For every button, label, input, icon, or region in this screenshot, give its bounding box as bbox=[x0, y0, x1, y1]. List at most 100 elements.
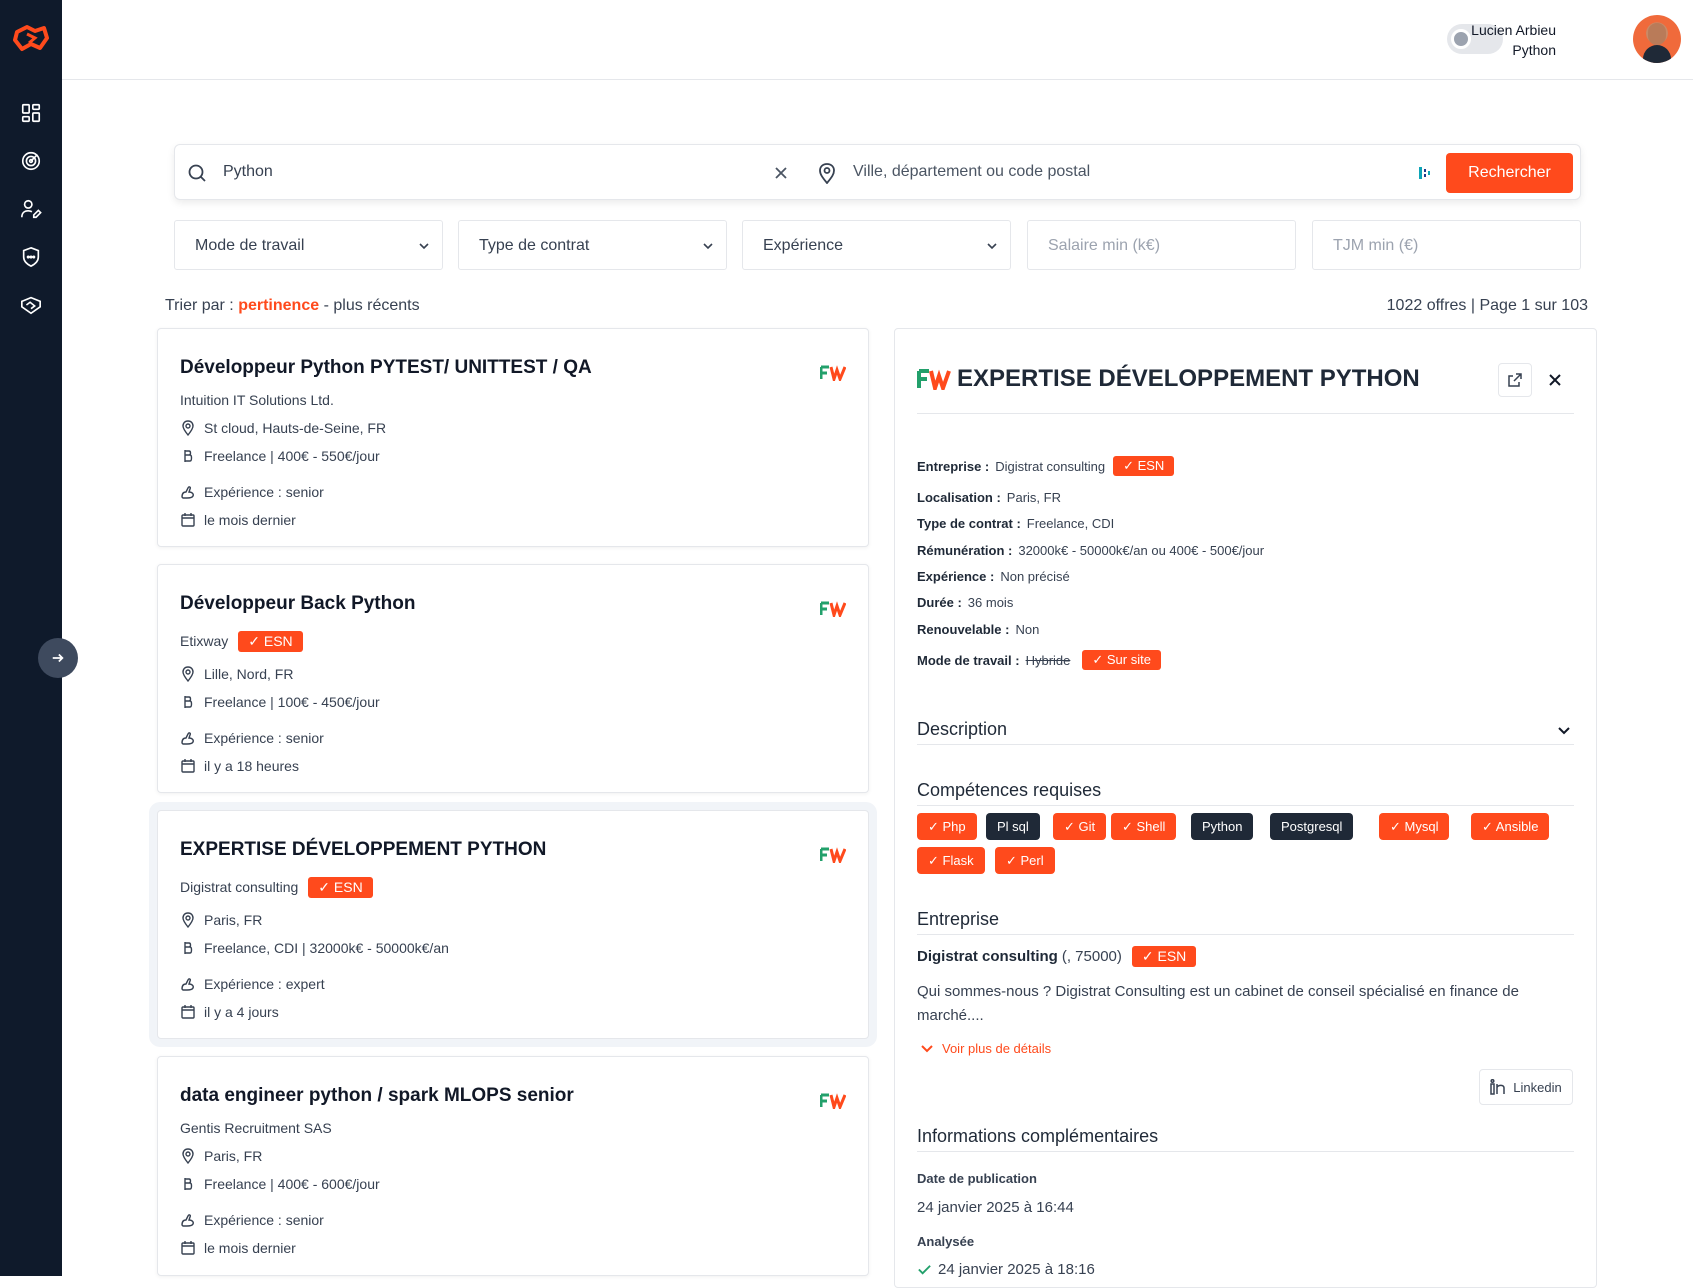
top-bar: Lucien Arbieu Python bbox=[62, 0, 1693, 80]
chevron-down-icon bbox=[921, 1045, 933, 1053]
see-more-label: Voir plus de détails bbox=[942, 1040, 1052, 1056]
field-value: Freelance, CDI bbox=[1026, 516, 1115, 531]
job-detail-panel: EXPERTISE DÉVELOPPEMENT PYTHON Entrepris… bbox=[894, 328, 1597, 1288]
field-renouvelable: Renouvelable : Non bbox=[917, 622, 1039, 637]
bitcoin-icon bbox=[184, 942, 193, 954]
job-location: Lille, Nord, FR bbox=[180, 666, 293, 682]
job-title[interactable]: Développeur Back Python bbox=[180, 593, 415, 615]
chevron-down-icon bbox=[703, 243, 713, 250]
contract-type-select[interactable]: Type de contrat bbox=[458, 220, 727, 270]
field-contrat: Type de contrat : Freelance, CDI bbox=[917, 516, 1114, 531]
sort-recent-link[interactable]: plus récents bbox=[333, 297, 419, 314]
arm-strength-icon bbox=[181, 978, 194, 991]
field-value: Digistrat consulting bbox=[995, 458, 1106, 474]
tjm-min-input[interactable]: TJM min (€) bbox=[1312, 220, 1581, 270]
job-card[interactable]: Développeur Python PYTEST/ UNITTEST / QA… bbox=[157, 328, 869, 547]
calendar-icon bbox=[181, 1241, 195, 1255]
arm-strength-icon bbox=[181, 1214, 194, 1227]
field-value: Paris, FR bbox=[1006, 490, 1061, 505]
experience-label: Expérience bbox=[763, 237, 844, 254]
close-icon[interactable] bbox=[1546, 371, 1564, 389]
location-input[interactable]: Ville, département ou code postal bbox=[853, 163, 1090, 181]
description-header[interactable]: Description bbox=[917, 719, 1007, 740]
search-input[interactable]: Python bbox=[223, 163, 273, 181]
open-external-button[interactable] bbox=[1498, 363, 1532, 397]
user-edit-icon[interactable] bbox=[18, 196, 44, 222]
shield-icon[interactable] bbox=[18, 244, 44, 270]
job-date: le mois dernier bbox=[180, 1240, 296, 1256]
job-card-selected[interactable]: EXPERTISE DÉVELOPPEMENT PYTHON Digistrat… bbox=[157, 810, 869, 1039]
calendar-icon bbox=[181, 513, 195, 527]
location-pin-icon bbox=[182, 912, 194, 928]
skill-chip: ✓ Flask bbox=[917, 847, 985, 874]
work-mode-select[interactable]: Mode de travail bbox=[174, 220, 443, 270]
skill-chip: ✓ Ansible bbox=[1471, 813, 1550, 840]
analyzed-date: 24 janvier 2025 à 18:16 bbox=[917, 1261, 1095, 1278]
freework-logo-icon bbox=[917, 369, 951, 390]
linkedin-label: Linkedin bbox=[1513, 1079, 1562, 1095]
job-title[interactable]: data engineer python / spark MLOPS senio… bbox=[180, 1085, 574, 1107]
job-experience: Expérience : expert bbox=[180, 976, 325, 992]
linkedin-icon bbox=[1490, 1079, 1506, 1095]
company-name: Gentis Recruitment SAS bbox=[180, 1120, 332, 1136]
job-title[interactable]: EXPERTISE DÉVELOPPEMENT PYTHON bbox=[180, 839, 546, 861]
job-location: St cloud, Hauts-de-Seine, FR bbox=[180, 420, 386, 436]
check-icon bbox=[918, 1265, 931, 1275]
divider bbox=[917, 805, 1574, 806]
freework-logo-icon bbox=[820, 601, 846, 617]
search-button[interactable]: Rechercher bbox=[1446, 153, 1573, 193]
job-experience: Expérience : senior bbox=[180, 1212, 324, 1228]
arrow-right-icon bbox=[52, 653, 64, 663]
app-logo[interactable] bbox=[13, 24, 49, 52]
divider bbox=[917, 413, 1574, 414]
external-link-icon bbox=[1508, 373, 1522, 387]
job-title[interactable]: Développeur Python PYTEST/ UNITTEST / QA bbox=[180, 357, 592, 379]
password-manager-icon[interactable] bbox=[1418, 165, 1432, 181]
divider bbox=[917, 744, 1574, 745]
freework-logo-icon bbox=[820, 1093, 846, 1109]
clear-search-icon[interactable] bbox=[771, 163, 791, 183]
location-text: Paris, FR bbox=[204, 912, 263, 928]
date-text: il y a 18 heures bbox=[204, 758, 299, 774]
skill-chip: ✓ Php bbox=[917, 813, 977, 840]
job-contract: Freelance | 400€ - 550€/jour bbox=[180, 448, 380, 464]
esn-badge: ✓ ESN bbox=[308, 877, 373, 898]
esn-badge: ✓ ESN bbox=[1131, 946, 1197, 967]
user-info[interactable]: Lucien Arbieu Python bbox=[1471, 20, 1556, 60]
divider bbox=[917, 934, 1574, 935]
detail-title-text: EXPERTISE DÉVELOPPEMENT PYTHON bbox=[957, 365, 1420, 392]
field-value: 36 mois bbox=[967, 595, 1014, 610]
job-contract: Freelance | 400€ - 600€/jour bbox=[180, 1176, 380, 1192]
company-location: (, 75000) bbox=[1061, 948, 1122, 965]
experience-select[interactable]: Expérience bbox=[742, 220, 1011, 270]
publication-date: 24 janvier 2025 à 16:44 bbox=[917, 1199, 1074, 1216]
salary-min-input[interactable]: Salaire min (k€) bbox=[1027, 220, 1296, 270]
handshake-icon[interactable] bbox=[18, 292, 44, 318]
date-text: il y a 4 jours bbox=[204, 1004, 279, 1020]
work-mode-unmatched: Hybride bbox=[1025, 652, 1071, 668]
arm-strength-icon bbox=[181, 486, 194, 499]
company-name: Digistrat consulting bbox=[917, 948, 1058, 965]
expand-sidebar-button[interactable] bbox=[38, 638, 78, 678]
calendar-icon bbox=[181, 1005, 195, 1019]
bitcoin-icon bbox=[184, 450, 193, 462]
skill-chip: ✓ Shell bbox=[1111, 813, 1177, 840]
job-card[interactable]: Développeur Back Python Etixway ✓ ESN Lil… bbox=[157, 564, 869, 793]
sort-relevance-link[interactable]: pertinence bbox=[238, 297, 319, 314]
location-pin-icon bbox=[182, 1148, 194, 1164]
see-more-link[interactable]: Voir plus de détails bbox=[917, 1040, 1051, 1056]
field-label: Rémunération : bbox=[917, 543, 1013, 558]
field-remuneration: Rémunération : 32000k€ - 50000k€/an ou 4… bbox=[917, 543, 1264, 558]
dashboard-icon[interactable] bbox=[18, 100, 44, 126]
chevron-down-icon[interactable] bbox=[1556, 722, 1572, 738]
linkedin-button[interactable]: Linkedin bbox=[1479, 1069, 1573, 1105]
field-value: Non précisé bbox=[1000, 569, 1070, 584]
search-bar: Python Ville, département ou code postal… bbox=[174, 144, 1581, 200]
location-pin-icon bbox=[182, 420, 194, 436]
field-value: Non bbox=[1015, 622, 1040, 637]
user-role: Python bbox=[1512, 42, 1556, 58]
job-card[interactable]: data engineer python / spark MLOPS senio… bbox=[157, 1056, 869, 1276]
radar-icon[interactable] bbox=[18, 148, 44, 174]
avatar[interactable] bbox=[1633, 15, 1681, 63]
work-mode-badge: ✓ Sur site bbox=[1082, 650, 1161, 670]
